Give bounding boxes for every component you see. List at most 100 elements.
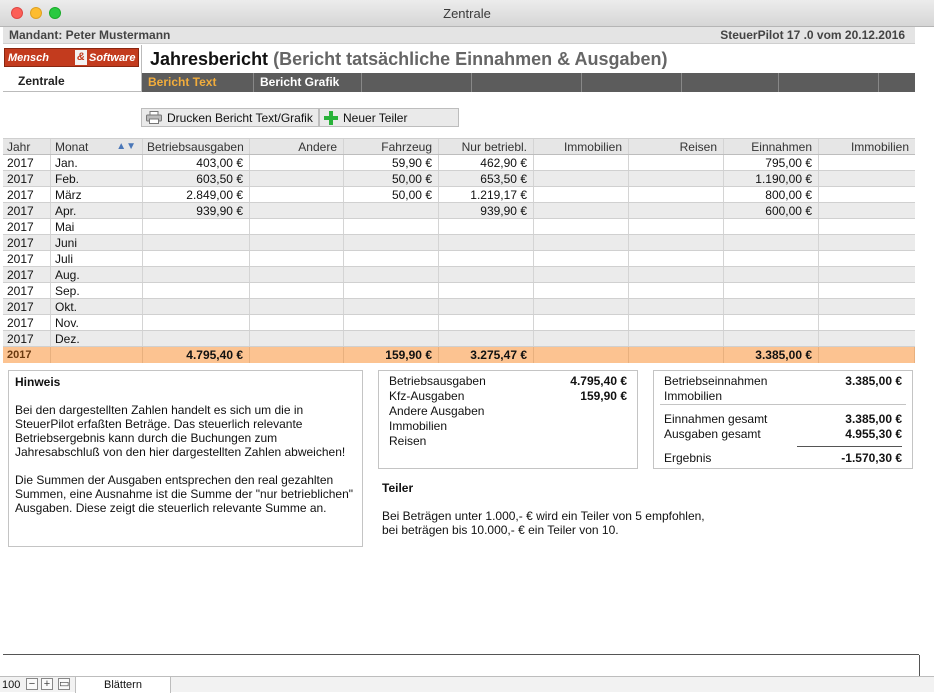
cell-monat: Aug.	[51, 267, 143, 282]
cell-immobilien-einnahmen	[819, 235, 915, 250]
cell-immobilien-einnahmen	[819, 155, 915, 170]
tab-empty-5[interactable]	[582, 73, 682, 92]
total-immobilien	[534, 347, 629, 363]
tab-empty-8[interactable]	[879, 73, 915, 92]
logo-text-1: Mensch	[8, 52, 49, 64]
column-header-immobilien[interactable]: Immobilien	[534, 139, 629, 154]
table-row[interactable]: 2017 Aug.	[3, 267, 915, 283]
window: Zentrale Mandant: Peter Mustermann Steue…	[0, 0, 934, 693]
cell-jahr: 2017	[3, 331, 51, 346]
cell-immobilien-einnahmen	[819, 299, 915, 314]
cell-reisen	[629, 315, 724, 330]
summary-divider	[660, 404, 906, 405]
cell-reisen	[629, 283, 724, 298]
cell-fahrzeug	[344, 251, 439, 266]
cell-betriebsausgaben: 403,00 €	[143, 155, 250, 170]
zoom-level[interactable]: 100	[2, 679, 20, 691]
table-row[interactable]: 2017 Nov.	[3, 315, 915, 331]
table-total-row: 2017 4.795,40 € 159,90 € 3.275,47 € 3.38…	[3, 347, 915, 363]
cell-immobilien	[534, 315, 629, 330]
summary-total-line	[797, 446, 902, 447]
cell-einnahmen: 600,00 €	[724, 203, 819, 218]
cell-andere	[250, 283, 344, 298]
cell-nur-betriebl	[439, 299, 534, 314]
cell-nur-betriebl: 1.219,17 €	[439, 187, 534, 202]
cell-immobilien	[534, 251, 629, 266]
column-header-betriebsausgaben[interactable]: Betriebsausgaben	[143, 139, 250, 154]
cell-jahr: 2017	[3, 219, 51, 234]
cell-immobilien	[534, 171, 629, 186]
mode-selector[interactable]: Blättern	[75, 677, 171, 693]
new-divider-button[interactable]: Neuer Teiler	[319, 108, 459, 127]
column-header-fahrzeug[interactable]: Fahrzeug	[344, 139, 439, 154]
table-row[interactable]: 2017 Feb. 603,50 € 50,00 €653,50 € 1.190,00 …	[3, 171, 915, 187]
column-header-nur-betriebl[interactable]: Nur betriebl.	[439, 139, 534, 154]
cell-jahr: 2017	[3, 251, 51, 266]
cell-immobilien	[534, 155, 629, 170]
cell-andere	[250, 251, 344, 266]
nav-tab-zentrale[interactable]: Zentrale	[18, 74, 65, 88]
table-row[interactable]: 2017 Apr. 939,90 €939,90 €600,00 €	[3, 203, 915, 219]
column-header-monat[interactable]: Monat ▲▼	[51, 139, 143, 154]
cell-immobilien	[534, 283, 629, 298]
cell-fahrzeug	[344, 299, 439, 314]
column-header-jahr[interactable]: Jahr	[3, 139, 51, 154]
zoom-out-icon[interactable]: −	[26, 678, 38, 690]
summary-label: Immobilien	[389, 419, 448, 433]
tab-bericht-text[interactable]: Bericht Text	[142, 73, 254, 92]
table-row[interactable]: 2017 März 2.849,00 € 50,00 €1.219,17 € 800,0…	[3, 187, 915, 203]
cell-monat: Okt.	[51, 299, 143, 314]
title-bar[interactable]: Zentrale	[0, 0, 934, 27]
table-row[interactable]: 2017 Okt.	[3, 299, 915, 315]
cell-andere	[250, 155, 344, 170]
cell-jahr: 2017	[3, 299, 51, 314]
summary-label: Reisen	[389, 434, 427, 448]
cell-immobilien	[534, 267, 629, 282]
printer-icon	[146, 111, 162, 124]
cell-monat: Mai	[51, 219, 143, 234]
cell-fahrzeug: 50,00 €	[344, 171, 439, 186]
column-header-reisen[interactable]: Reisen	[629, 139, 724, 154]
print-report-button[interactable]: Drucken Bericht Text/Grafik	[141, 108, 319, 127]
table-row[interactable]: 2017 Juli	[3, 251, 915, 267]
version-label: SteuerPilot 17 .0 vom 20.12.2016	[720, 28, 905, 42]
tab-empty-3[interactable]	[362, 73, 472, 92]
cell-andere	[250, 235, 344, 250]
column-header-andere[interactable]: Andere	[250, 139, 344, 154]
cell-reisen	[629, 251, 724, 266]
table-row[interactable]: 2017 Juni	[3, 235, 915, 251]
cell-fahrzeug	[344, 331, 439, 346]
cell-nur-betriebl: 462,90 €	[439, 155, 534, 170]
table-row[interactable]: 2017 Mai	[3, 219, 915, 235]
zoom-in-icon[interactable]: +	[41, 678, 53, 690]
column-header-einnahmen[interactable]: Einnahmen	[724, 139, 819, 154]
tab-bericht-grafik[interactable]: Bericht Grafik	[254, 73, 362, 92]
tab-empty-4[interactable]	[472, 73, 582, 92]
total-jahr: 2017	[3, 347, 51, 363]
cell-fahrzeug	[344, 203, 439, 218]
income-summary-panel: Betriebseinnahmen 3.385,00 € Immobilien E…	[653, 370, 913, 469]
cell-reisen	[629, 187, 724, 202]
summary-row-betriebseinnahmen: Betriebseinnahmen 3.385,00 €	[664, 374, 902, 389]
summary-label: Immobilien	[664, 389, 723, 403]
column-header-immobilien-einnahmen[interactable]: Immobilien	[819, 139, 915, 154]
cell-betriebsausgaben: 939,90 €	[143, 203, 250, 218]
cell-immobilien	[534, 235, 629, 250]
table-row[interactable]: 2017 Sep.	[3, 283, 915, 299]
cell-jahr: 2017	[3, 283, 51, 298]
summary-value: 3.385,00 €	[845, 412, 902, 426]
sort-icon[interactable]: ▲▼	[116, 142, 136, 152]
cell-fahrzeug: 59,90 €	[344, 155, 439, 170]
cell-immobilien-einnahmen	[819, 203, 915, 218]
cell-betriebsausgaben	[143, 219, 250, 234]
cell-immobilien-einnahmen	[819, 251, 915, 266]
table-row[interactable]: 2017 Dez.	[3, 331, 915, 347]
cell-andere	[250, 331, 344, 346]
tab-empty-7[interactable]	[779, 73, 879, 92]
table-row[interactable]: 2017 Jan. 403,00 € 59,90 €462,90 € 795,00 €	[3, 155, 915, 171]
cell-monat: März	[51, 187, 143, 202]
tab-empty-6[interactable]	[682, 73, 779, 92]
status-bar: 100 − + ▭ Blättern	[0, 676, 934, 693]
cell-reisen	[629, 235, 724, 250]
toggle-statusbar-icon[interactable]: ▭	[58, 678, 70, 690]
